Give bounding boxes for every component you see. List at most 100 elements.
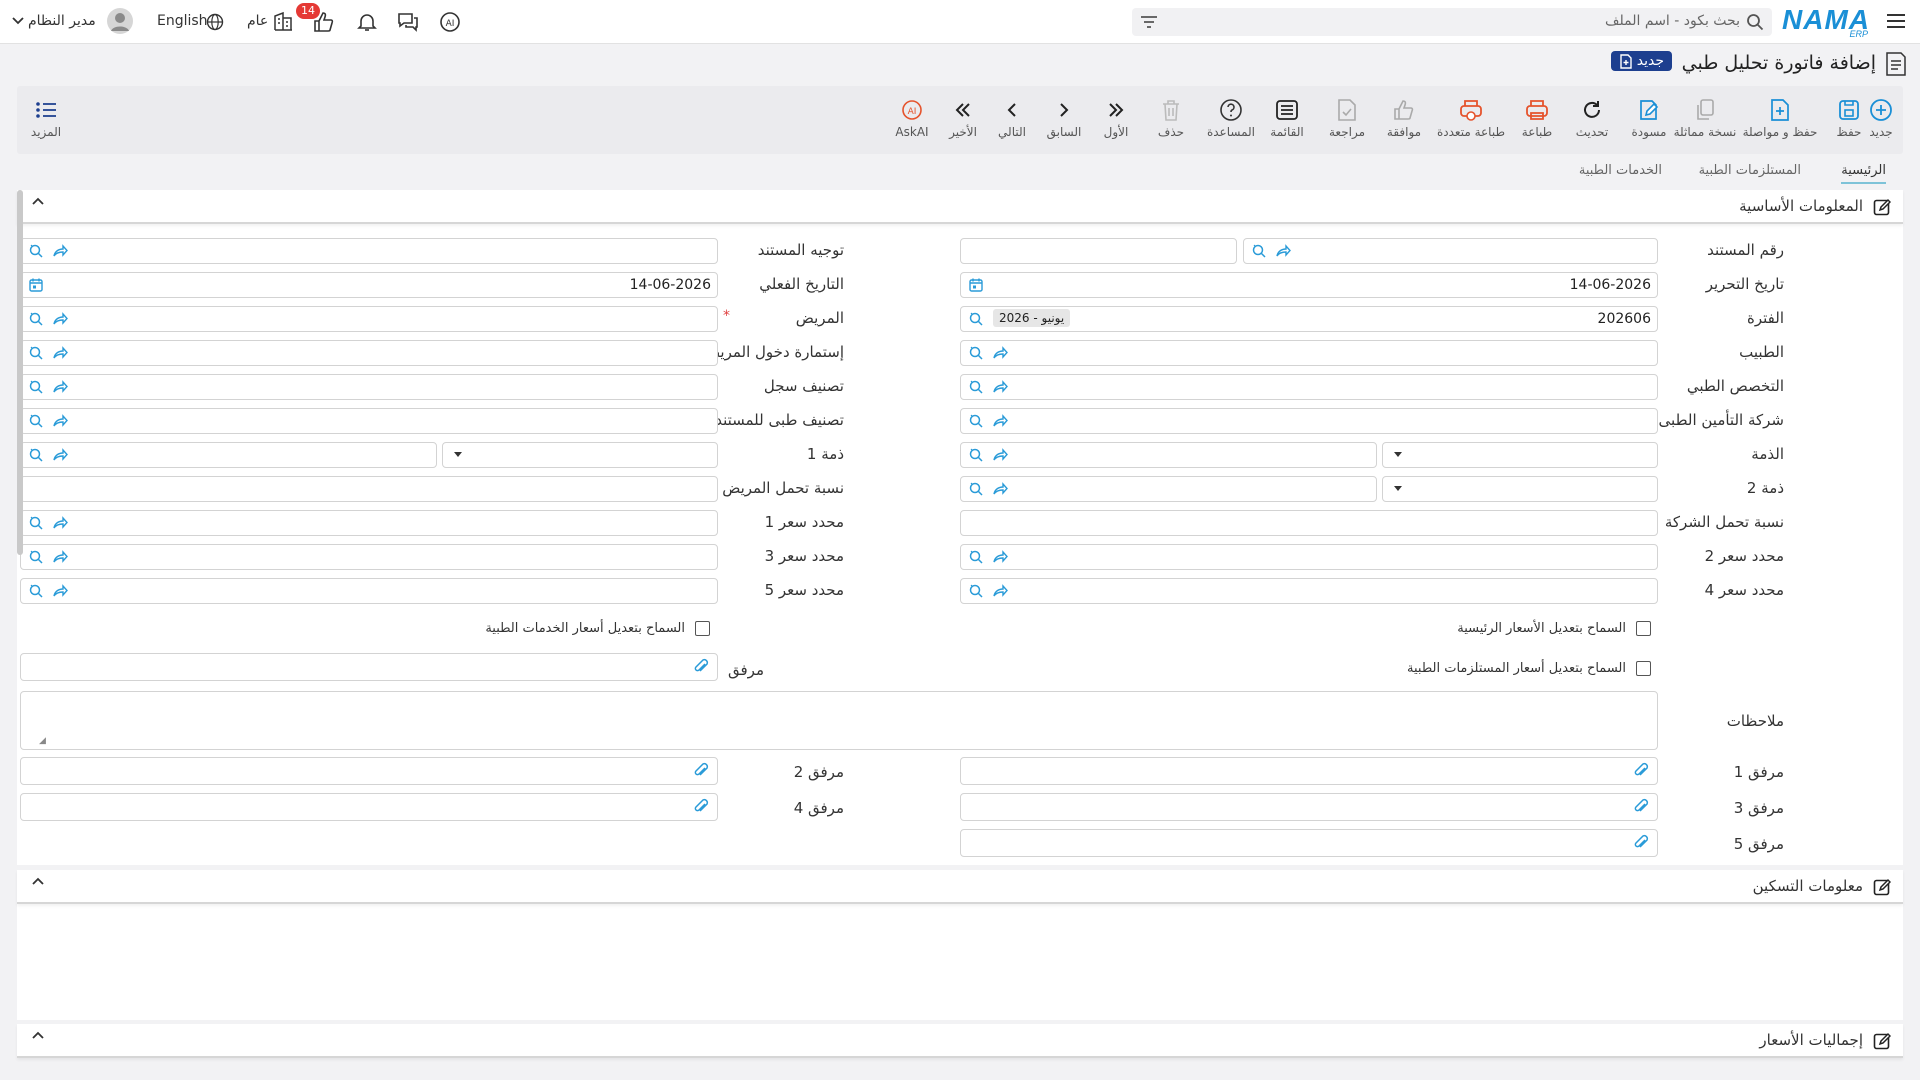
doc-number-input[interactable]: [1243, 238, 1658, 264]
help-button[interactable]: المساعدة: [1202, 86, 1260, 154]
share-icon[interactable]: [52, 345, 68, 365]
share-icon[interactable]: [52, 515, 68, 535]
paperclip-icon[interactable]: [1632, 834, 1650, 856]
search-icon[interactable]: [28, 311, 44, 331]
attachment5-input[interactable]: [960, 829, 1658, 857]
previous-button[interactable]: السابق: [1035, 86, 1093, 154]
share-icon[interactable]: [992, 583, 1008, 603]
chevron-down-icon[interactable]: [12, 16, 24, 26]
search-icon[interactable]: [28, 243, 44, 263]
bell-icon[interactable]: [355, 10, 379, 34]
lookup-input[interactable]: [20, 408, 718, 434]
price-input[interactable]: [20, 578, 718, 604]
review-button[interactable]: مراجعة: [1318, 86, 1376, 154]
write-date-input[interactable]: 14-06-2026: [960, 272, 1658, 298]
draft-button[interactable]: مسودة: [1620, 86, 1678, 154]
search-icon[interactable]: [968, 583, 984, 603]
attachment1-input[interactable]: [960, 757, 1658, 785]
askai-icon[interactable]: AI: [438, 10, 462, 34]
globe-icon[interactable]: [206, 13, 224, 31]
lookup-input[interactable]: [960, 408, 1658, 434]
basic-info-header[interactable]: المعلومات الأساسية: [17, 190, 1903, 224]
list-button[interactable]: القائمة: [1258, 86, 1316, 154]
filter-icon[interactable]: [1140, 14, 1158, 30]
tab-medical-services[interactable]: الخدمات الطبية: [1579, 163, 1662, 178]
search-icon[interactable]: [28, 549, 44, 569]
search-icon[interactable]: [968, 481, 984, 501]
delete-button[interactable]: حذف: [1142, 86, 1200, 154]
price1-input[interactable]: [20, 510, 718, 536]
account2-input[interactable]: [960, 476, 1377, 502]
language-switch[interactable]: English: [157, 13, 208, 29]
search-icon[interactable]: [28, 345, 44, 365]
copy-similar-button[interactable]: نسخة مماثلة: [1670, 86, 1740, 154]
paperclip-icon[interactable]: [692, 798, 710, 820]
paperclip-icon[interactable]: [692, 658, 710, 680]
search-icon[interactable]: [28, 413, 44, 433]
lookup-input[interactable]: [960, 374, 1658, 400]
account1-type-select[interactable]: [442, 442, 718, 468]
search-icon[interactable]: [968, 549, 984, 569]
share-icon[interactable]: [52, 583, 68, 603]
period-input[interactable]: 202606 2026 - يونيو: [960, 306, 1658, 332]
chevron-down-icon[interactable]: [453, 451, 463, 459]
account2-type-select[interactable]: [1382, 476, 1658, 502]
tab-main[interactable]: الرئيسية: [1841, 163, 1886, 184]
last-button[interactable]: الأخير: [934, 86, 992, 154]
more-button[interactable]: المزيد: [17, 86, 75, 154]
scrollbar[interactable]: [17, 190, 23, 555]
tab-medical-supplies[interactable]: المستلزمات الطبية: [1699, 163, 1801, 178]
paperclip-icon[interactable]: [692, 762, 710, 784]
patient-share-input[interactable]: [20, 476, 718, 502]
allow-supplies-checkbox[interactable]: [1636, 661, 1651, 676]
share-icon[interactable]: [52, 311, 68, 331]
share-icon[interactable]: [992, 447, 1008, 467]
price-input[interactable]: [960, 578, 1658, 604]
actual-date-input[interactable]: 14-06-2026: [20, 272, 718, 298]
patient-input[interactable]: [20, 306, 718, 332]
lookup-input[interactable]: [960, 340, 1658, 366]
menu-icon[interactable]: [1886, 12, 1906, 30]
chevron-up-icon[interactable]: [31, 1030, 45, 1040]
scope-label[interactable]: عام: [247, 13, 268, 29]
share-icon[interactable]: [992, 413, 1008, 433]
first-button[interactable]: الأول: [1087, 86, 1145, 154]
attachment-input[interactable]: [20, 653, 718, 681]
share-icon[interactable]: [1275, 243, 1291, 263]
lookup-input[interactable]: [20, 340, 718, 366]
share-icon[interactable]: [52, 379, 68, 399]
allow-main-prices-checkbox[interactable]: [1636, 621, 1651, 636]
refresh-button[interactable]: تحديث: [1563, 86, 1621, 154]
search-icon[interactable]: [968, 447, 984, 467]
save-continue-button[interactable]: حفظ و مواصلة: [1740, 86, 1820, 154]
chevron-up-icon[interactable]: [31, 876, 45, 886]
housing-info-header[interactable]: معلومات التسكين: [17, 870, 1903, 904]
search-icon[interactable]: [28, 583, 44, 603]
paperclip-icon[interactable]: [1632, 762, 1650, 784]
paperclip-icon[interactable]: [1632, 798, 1650, 820]
avatar[interactable]: [107, 8, 133, 34]
share-icon[interactable]: [992, 481, 1008, 501]
search-icon[interactable]: [968, 379, 984, 399]
price-input[interactable]: [20, 544, 718, 570]
share-icon[interactable]: [52, 243, 68, 263]
share-icon[interactable]: [52, 413, 68, 433]
chevron-down-icon[interactable]: [1393, 485, 1403, 493]
doc-number-extra-input[interactable]: [960, 238, 1237, 264]
search-icon[interactable]: [1251, 243, 1267, 263]
calendar-icon[interactable]: [968, 277, 984, 293]
share-icon[interactable]: [52, 447, 68, 467]
search-icon[interactable]: [968, 311, 984, 327]
brand-logo[interactable]: NAMA ERP: [1782, 4, 1870, 40]
user-name[interactable]: مدير النظام: [28, 13, 96, 29]
attachment2-input[interactable]: [20, 757, 718, 785]
share-icon[interactable]: [992, 345, 1008, 365]
calendar-icon[interactable]: [28, 277, 44, 293]
search-icon[interactable]: [28, 515, 44, 535]
chevron-up-icon[interactable]: [31, 196, 45, 206]
building-icon[interactable]: [272, 10, 294, 32]
search-icon[interactable]: [968, 345, 984, 365]
company-share-input[interactable]: [960, 510, 1658, 536]
attachment4-input[interactable]: [20, 793, 718, 821]
save-button[interactable]: حفظ: [1820, 86, 1878, 154]
